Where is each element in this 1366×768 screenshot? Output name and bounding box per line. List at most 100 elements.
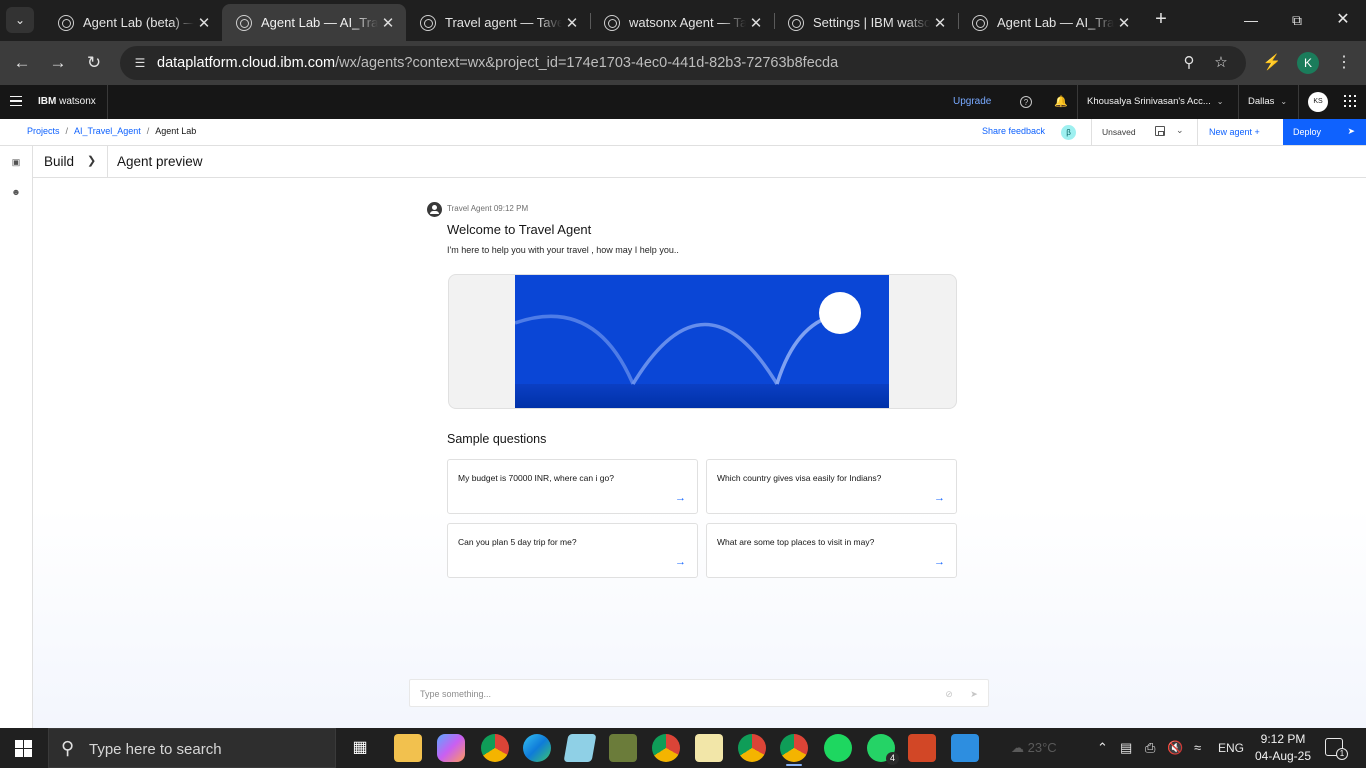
build-panel-toggle[interactable]: Build <box>44 154 74 169</box>
sample-question-card[interactable]: Which country gives visa easily for Indi… <box>706 459 957 514</box>
close-tab-icon[interactable]: ✕ <box>746 14 766 32</box>
close-tab-icon[interactable]: ✕ <box>378 14 398 32</box>
sample-question-text: Which country gives visa easily for Indi… <box>717 473 882 483</box>
deploy-button[interactable]: Deploy ➤ <box>1283 119 1366 145</box>
chevron-down-icon[interactable]: ⌄ <box>1176 125 1184 136</box>
close-tab-icon[interactable]: ✕ <box>1114 14 1134 32</box>
task-view-icon[interactable]: ▦ <box>346 734 374 762</box>
edge-icon[interactable] <box>523 734 551 762</box>
whatsapp-icon[interactable]: 4 <box>867 734 899 765</box>
watsonx-favicon-icon <box>420 14 436 31</box>
app-switcher-grid-icon[interactable] <box>1344 95 1356 107</box>
browser-tab[interactable]: Agent Lab (beta) — D ✕ <box>44 4 222 41</box>
browser-tab-active[interactable]: Agent Lab — AI_Trave ✕ <box>222 4 406 41</box>
chevron-down-icon: ⌄ <box>1216 97 1224 106</box>
close-window-icon[interactable]: ✕ <box>1320 6 1366 34</box>
browser-tab[interactable]: Travel agent — Tavel_ ✕ <box>406 4 590 41</box>
chrome-profile-icon[interactable] <box>652 734 680 762</box>
tray-chevron-up-icon[interactable]: ⌃ <box>1097 740 1108 756</box>
browser-tab[interactable]: Settings | IBM watson ✕ <box>774 4 958 41</box>
chat-message-input[interactable] <box>420 686 920 702</box>
taskbar-search-box[interactable]: ⚲ Type here to search <box>48 728 336 768</box>
notification-center-icon[interactable]: 1 <box>1325 738 1348 760</box>
sample-question-card[interactable]: What are some top places to visit in may… <box>706 523 957 578</box>
tool-app-icon[interactable] <box>609 734 637 762</box>
browser-tab[interactable]: Agent Lab — AI_Trave ✕ <box>958 4 1142 41</box>
chrome-profile-icon[interactable] <box>738 734 766 762</box>
message-meta: Travel Agent 09:12 PM <box>447 204 528 213</box>
browser-toolbar: ← → ↻ ☰ dataplatform.cloud.ibm.com/wx/ag… <box>0 41 1366 85</box>
region-selector[interactable]: Dallas ⌄ <box>1248 96 1287 107</box>
header-divider <box>1298 85 1299 119</box>
send-message-icon[interactable]: ➤ <box>968 688 980 700</box>
zoom-search-icon[interactable]: ⚲ <box>1179 53 1199 73</box>
battery-icon[interactable]: ▤ <box>1120 740 1132 756</box>
close-tab-icon[interactable]: ✕ <box>562 14 582 32</box>
region-name: Dallas <box>1248 96 1275 107</box>
notifications-bell-icon[interactable]: 🔔 <box>1053 94 1069 110</box>
beta-badge: β <box>1061 125 1076 140</box>
product-name[interactable]: IBM watsonx <box>38 96 96 107</box>
restore-icon[interactable]: ⧉ <box>1274 6 1320 34</box>
clear-chat-icon[interactable]: ⊘ <box>943 688 955 700</box>
chrome-profile-icon[interactable] <box>481 734 509 762</box>
forward-arrow-icon[interactable]: → <box>44 49 72 77</box>
notes-app-icon[interactable] <box>563 734 597 762</box>
breadcrumb-project-link[interactable]: AI_Travel_Agent <box>74 126 141 136</box>
spotify-icon[interactable] <box>824 734 852 762</box>
agent-avatar-icon <box>427 202 442 217</box>
new-tab-plus-icon[interactable]: + <box>1150 8 1172 32</box>
tab-search-chevron-icon[interactable]: ⌄ <box>6 7 34 33</box>
upgrade-link[interactable]: Upgrade <box>953 96 991 107</box>
breadcrumb-projects-link[interactable]: Projects <box>27 126 60 136</box>
extension-icon[interactable]: ⚡ <box>1262 53 1282 73</box>
chrome-active-icon[interactable] <box>780 734 808 766</box>
windows-start-icon[interactable] <box>15 740 32 757</box>
share-feedback-link[interactable]: Share feedback <box>982 126 1045 136</box>
chevron-right-icon[interactable]: ❯ <box>87 154 96 167</box>
account-switcher[interactable]: Khousalya Srinivasan's Acc... ⌄ <box>1087 96 1224 107</box>
address-bar[interactable]: ☰ dataplatform.cloud.ibm.com/wx/agents?c… <box>120 46 1246 80</box>
hamburger-menu-icon[interactable] <box>10 96 22 106</box>
url-text[interactable]: dataplatform.cloud.ibm.com/wx/agents?con… <box>157 55 838 71</box>
minimize-icon[interactable]: — <box>1228 6 1274 34</box>
sample-question-card[interactable]: My budget is 70000 INR, where can i go? … <box>447 459 698 514</box>
copilot-icon[interactable] <box>437 734 465 762</box>
save-icon[interactable] <box>1155 126 1165 136</box>
reload-icon[interactable]: ↻ <box>80 49 108 77</box>
bar-divider <box>1091 119 1092 145</box>
meet-now-icon[interactable]: ⎙ <box>1145 740 1155 756</box>
wifi-icon[interactable]: ≈ <box>1194 740 1201 755</box>
close-tab-icon[interactable]: ✕ <box>194 14 214 32</box>
site-info-icon[interactable]: ☰ <box>130 53 150 73</box>
builder-subheader: Build ❯ Agent preview <box>33 146 1366 178</box>
document-app-icon[interactable] <box>695 734 723 762</box>
sample-question-card[interactable]: Can you plan 5 day trip for me? → <box>447 523 698 578</box>
browser-tab[interactable]: watsonx Agent — Tav ✕ <box>590 4 774 41</box>
cloud-icon: ☁ <box>1011 740 1024 755</box>
taskbar-clock[interactable]: 9:12 PM 04-Aug-25 <box>1251 731 1315 765</box>
arrow-right-icon: → <box>934 556 945 568</box>
intro-text: I'm here to help you with your travel , … <box>447 245 679 255</box>
close-tab-icon[interactable]: ✕ <box>930 14 950 32</box>
user-avatar[interactable]: KS <box>1308 92 1328 112</box>
agent-icon[interactable]: ☻ <box>10 186 22 198</box>
back-arrow-icon[interactable]: ← <box>8 49 36 77</box>
watsonx-favicon-icon <box>604 14 620 31</box>
powerpoint-icon[interactable] <box>908 734 936 762</box>
photos-icon[interactable] <box>951 734 979 762</box>
arrow-right-icon: → <box>675 492 686 504</box>
browser-profile-avatar[interactable]: K <box>1297 52 1319 74</box>
volume-muted-icon[interactable]: 🔇 <box>1167 740 1183 756</box>
help-icon[interactable]: ? <box>1020 96 1032 108</box>
watsonx-favicon-icon <box>788 14 804 31</box>
file-explorer-icon[interactable] <box>394 734 422 762</box>
tab-title: Agent Lab (beta) — D <box>83 15 194 30</box>
browser-menu-icon[interactable]: ⋮ <box>1335 50 1353 76</box>
weather-widget[interactable]: ☁ 23°C <box>1011 740 1057 756</box>
bookmark-star-icon[interactable]: ☆ <box>1211 53 1231 73</box>
language-indicator[interactable]: ENG <box>1218 741 1244 755</box>
setup-icon[interactable]: ▣ <box>10 156 22 168</box>
new-agent-button[interactable]: New agent + <box>1209 127 1260 137</box>
deploy-label: Deploy <box>1293 127 1322 137</box>
